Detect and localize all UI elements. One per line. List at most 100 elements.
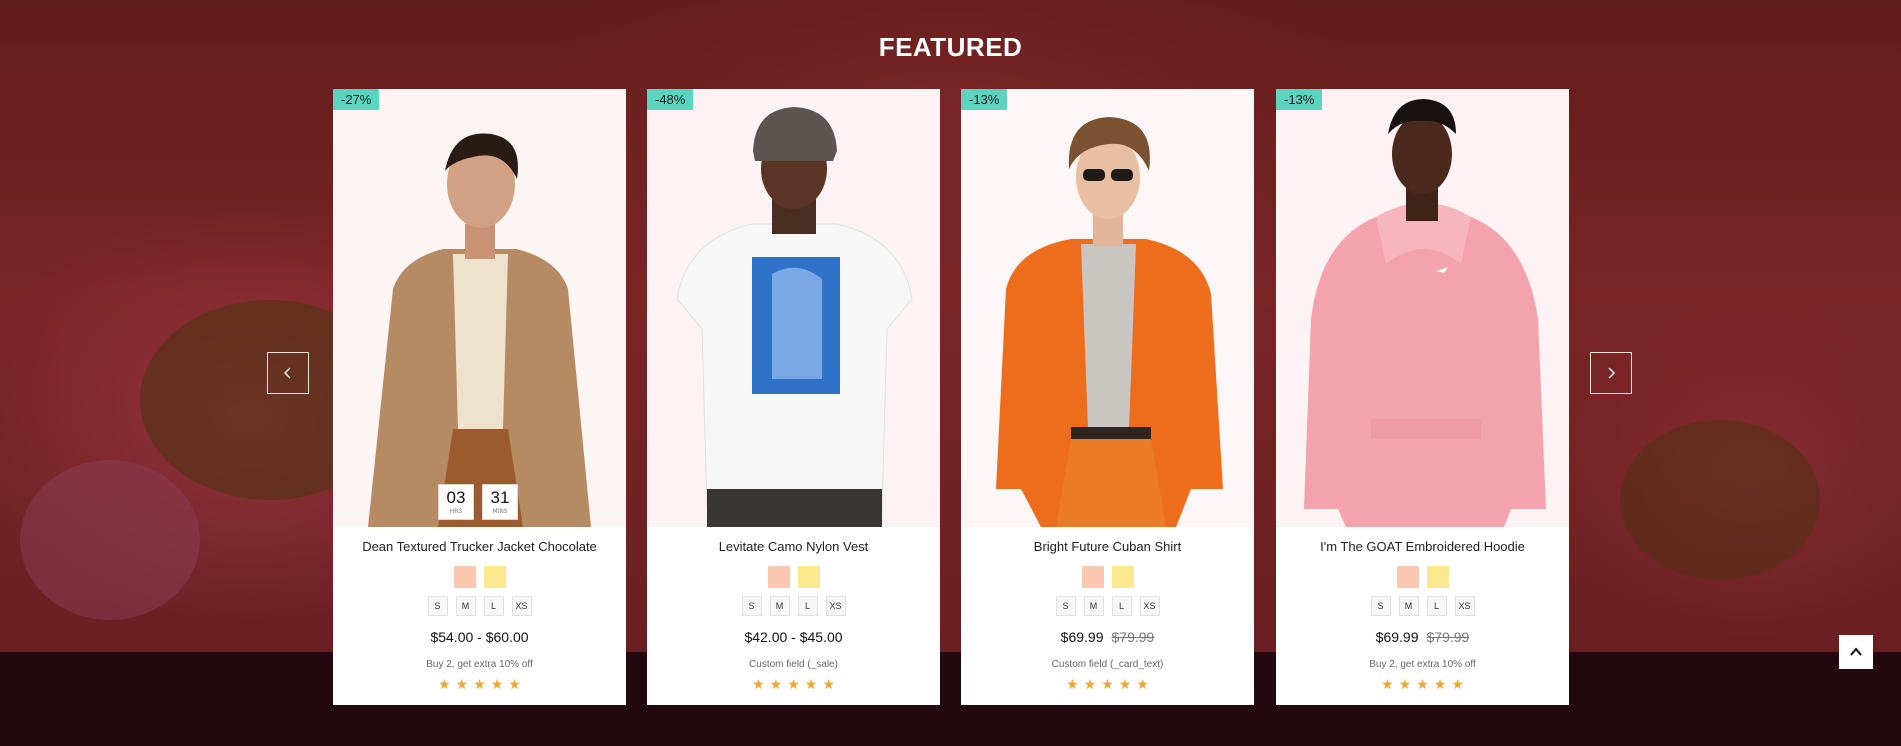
star-icon: ★ <box>804 677 818 693</box>
discount-badge: -13% <box>961 89 1008 110</box>
swatch-peach[interactable] <box>1396 566 1419 588</box>
swatch-yellow[interactable] <box>1111 566 1134 588</box>
size-option[interactable]: XS <box>1454 596 1475 616</box>
star-icon: ★ <box>1451 677 1464 693</box>
product-card[interactable]: -13% I'm The GOAT Embroidered Hoodie S M… <box>1276 89 1569 705</box>
star-icon: ★ <box>752 677 765 693</box>
product-image[interactable]: -27% 03 HRS 31 MINS <box>333 89 626 527</box>
size-option[interactable]: L <box>797 596 818 616</box>
size-option[interactable]: S <box>741 596 762 616</box>
countdown-minutes: 31 MINS <box>482 484 518 520</box>
color-swatches <box>961 566 1254 588</box>
product-card[interactable]: -13% Bright Future Cuban Shirt S M L XS … <box>961 89 1254 705</box>
swatch-yellow[interactable] <box>1426 566 1449 588</box>
size-options: S M L XS <box>1276 596 1569 616</box>
swatch-peach[interactable] <box>1081 566 1104 588</box>
star-icon: ★ <box>1398 677 1412 693</box>
chevron-left-icon <box>284 367 291 379</box>
carousel-prev-button[interactable] <box>267 352 309 394</box>
size-options: S M L XS <box>333 596 626 616</box>
carousel-next-button[interactable] <box>1590 352 1632 394</box>
star-icon: ★ <box>1118 677 1132 693</box>
product-note: Custom field (_card_text) <box>1051 659 1164 670</box>
star-icon: ★ <box>769 677 783 693</box>
section-title: FEATURED <box>878 32 1023 62</box>
swatch-yellow[interactable] <box>483 566 506 588</box>
countdown-minutes-value: 31 <box>490 488 510 507</box>
rating-stars: ★ ★ ★ ★ ★ <box>647 678 940 692</box>
current-price: $69.99 <box>1375 629 1419 645</box>
product-note: Buy 2, get extra 10% off <box>426 659 533 670</box>
size-option[interactable]: XS <box>511 596 532 616</box>
size-option[interactable]: M <box>769 596 790 616</box>
countdown-timer: 03 HRS 31 MINS <box>438 484 518 520</box>
color-swatches <box>333 566 626 588</box>
star-icon: ★ <box>508 677 521 693</box>
product-card[interactable]: -48% Levitate Camo Nylon Vest S M L XS $… <box>647 89 940 705</box>
current-price: $54.00 - $60.00 <box>430 629 529 645</box>
size-option[interactable]: M <box>455 596 476 616</box>
product-title[interactable]: Dean Textured Trucker Jacket Chocolate <box>333 539 626 554</box>
star-icon: ★ <box>438 677 451 693</box>
product-title[interactable]: Levitate Camo Nylon Vest <box>647 539 940 554</box>
featured-section-background <box>0 0 1901 652</box>
size-option[interactable]: L <box>1111 596 1132 616</box>
color-swatches <box>647 566 940 588</box>
star-icon: ★ <box>1101 677 1114 693</box>
chevron-right-icon <box>1608 367 1615 379</box>
product-price: $69.99 $79.99 <box>1276 629 1569 645</box>
discount-badge: -48% <box>647 89 694 110</box>
countdown-hours-value: 03 <box>446 488 466 507</box>
countdown-hours: 03 HRS <box>438 484 474 520</box>
size-options: S M L XS <box>961 596 1254 616</box>
product-note: Custom field (_sale) <box>749 659 838 670</box>
product-image[interactable]: -13% <box>1276 89 1569 527</box>
product-title[interactable]: I'm The GOAT Embroidered Hoodie <box>1276 539 1569 554</box>
star-icon: ★ <box>822 677 835 693</box>
product-title[interactable]: Bright Future Cuban Shirt <box>961 539 1254 554</box>
color-swatches <box>1276 566 1569 588</box>
size-option[interactable]: S <box>1055 596 1076 616</box>
size-option[interactable]: L <box>483 596 504 616</box>
size-option[interactable]: S <box>427 596 448 616</box>
product-price: $54.00 - $60.00 <box>333 629 626 645</box>
star-icon: ★ <box>1381 677 1394 693</box>
product-price: $69.99 $79.99 <box>961 629 1254 645</box>
product-image[interactable]: -48% <box>647 89 940 527</box>
star-icon: ★ <box>1136 677 1149 693</box>
footer-band <box>0 652 1901 746</box>
size-option[interactable]: XS <box>825 596 846 616</box>
product-note: Buy 2, get extra 10% off <box>1369 659 1476 670</box>
chevron-up-icon <box>1850 647 1862 656</box>
rating-stars: ★ ★ ★ ★ ★ <box>333 678 626 692</box>
star-icon: ★ <box>787 677 800 693</box>
original-price: $79.99 <box>1426 629 1470 645</box>
countdown-hours-label: HRS <box>449 508 463 515</box>
star-icon: ★ <box>1433 677 1447 693</box>
countdown-minutes-label: MINS <box>492 508 508 515</box>
star-icon: ★ <box>1416 677 1429 693</box>
size-option[interactable]: M <box>1398 596 1419 616</box>
current-price: $69.99 <box>1060 629 1104 645</box>
star-icon: ★ <box>473 677 486 693</box>
star-icon: ★ <box>455 677 469 693</box>
size-option[interactable]: XS <box>1139 596 1160 616</box>
size-option[interactable]: M <box>1083 596 1104 616</box>
star-icon: ★ <box>490 677 504 693</box>
product-price: $42.00 - $45.00 <box>647 629 940 645</box>
size-option[interactable]: S <box>1370 596 1391 616</box>
original-price: $79.99 <box>1111 629 1155 645</box>
size-option[interactable]: L <box>1426 596 1447 616</box>
rating-stars: ★ ★ ★ ★ ★ <box>961 678 1254 692</box>
swatch-peach[interactable] <box>767 566 790 588</box>
star-icon: ★ <box>1083 677 1097 693</box>
product-card[interactable]: -27% 03 HRS 31 MINS Dean Textured Trucke… <box>333 89 626 705</box>
rating-stars: ★ ★ ★ ★ ★ <box>1276 678 1569 692</box>
decorative-blob <box>20 460 200 620</box>
swatch-peach[interactable] <box>453 566 476 588</box>
discount-badge: -27% <box>333 89 380 110</box>
size-options: S M L XS <box>647 596 940 616</box>
back-to-top-button[interactable] <box>1839 635 1873 669</box>
swatch-yellow[interactable] <box>797 566 820 588</box>
product-image[interactable]: -13% <box>961 89 1254 527</box>
